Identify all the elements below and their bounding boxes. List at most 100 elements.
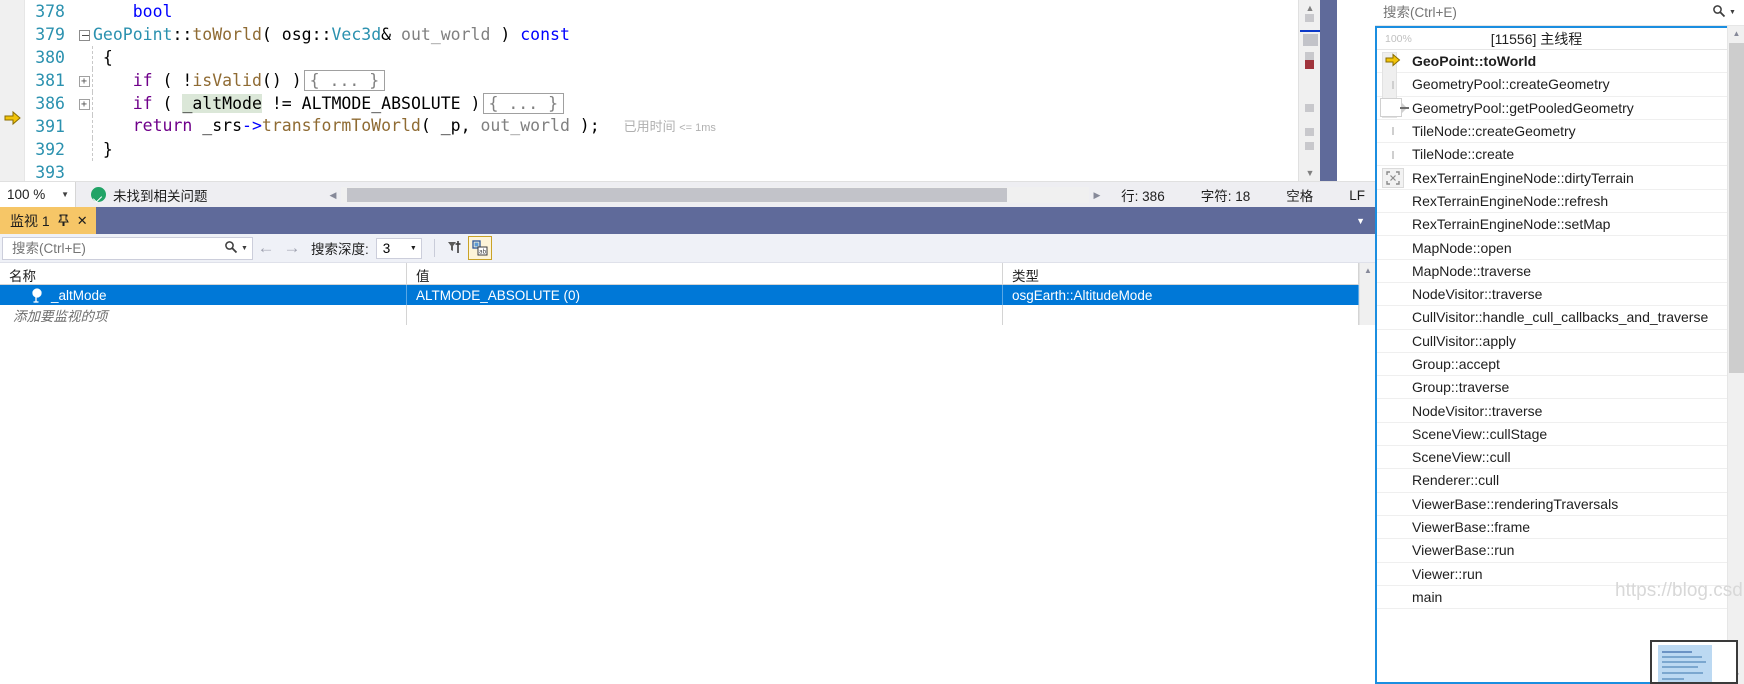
call-stack-frame[interactable]: SceneView::cull — [1377, 446, 1728, 470]
call-stack-frame[interactable]: RexTerrainEngineNode::refresh — [1377, 190, 1728, 214]
close-icon[interactable]: ✕ — [77, 214, 88, 227]
editor-vertical-scrollbar[interactable]: ▲ ▼ — [1298, 0, 1320, 181]
search-options-chevron-icon[interactable]: ▼ — [1727, 9, 1738, 16]
editor-scroll-thumb[interactable] — [1303, 34, 1318, 46]
code-line[interactable]: 381 + if ( !isValid() ){ ... } — [0, 69, 1320, 92]
call-stack-frame[interactable]: TileNode::create — [1377, 143, 1728, 167]
indentation-indicator[interactable]: 空格 — [1286, 185, 1313, 205]
column-header-value[interactable]: 值 — [407, 263, 1003, 284]
call-stack-frame[interactable]: CullVisitor::handle_cull_callbacks_and_t… — [1377, 306, 1728, 330]
code-line[interactable]: 378 bool — [0, 0, 1320, 23]
nav-back-icon[interactable]: ← — [253, 238, 279, 258]
code-line[interactable]: 379 GeoPoint::toWorld( osg::Vec3d& out_wo… — [0, 23, 1320, 46]
call-stack-frame[interactable]: CullVisitor::apply — [1377, 330, 1728, 353]
call-stack-list-container[interactable]: 100% [11556] 主线程 GeoPoint::toWorld Geomet… — [1375, 26, 1744, 684]
watch-grid[interactable]: 名称 值 类型 _altMode ALTMODE_ABSOLUTE (0) osgE… — [0, 263, 1375, 325]
toggle-raw-view-icon[interactable]: ab — [467, 236, 492, 260]
watch-rows[interactable]: _altMode ALTMODE_ABSOLUTE (0) osgEarth::Al… — [0, 285, 1375, 325]
call-stack-frame[interactable]: NodeVisitor::traverse — [1377, 283, 1728, 307]
table-row[interactable]: _altMode ALTMODE_ABSOLUTE (0) osgEarth::Al… — [0, 285, 1375, 305]
call-stack-frame[interactable]: Renderer::cull — [1377, 469, 1728, 493]
call-stack-frame[interactable]: GeometryPool::getPooledGeometry — [1377, 97, 1728, 120]
search-icon[interactable] — [223, 240, 239, 257]
expand-plus-icon[interactable]: + — [78, 99, 90, 110]
watch-grid-scrollbar[interactable]: ▲ — [1359, 263, 1375, 325]
expand-plus-icon[interactable]: + — [78, 76, 90, 87]
call-stack-frame[interactable]: ViewerBase::renderingTraversals — [1377, 493, 1728, 516]
line-ending-indicator[interactable]: LF — [1349, 188, 1365, 203]
call-stack-frame[interactable]: RexTerrainEngineNode::dirtyTerrain — [1377, 166, 1728, 190]
call-stack-frame[interactable]: TileNode::createGeometry — [1377, 120, 1728, 144]
call-stack-frame[interactable]: SceneView::cullStage — [1377, 423, 1728, 447]
code-line[interactable]: 393 — [0, 161, 1320, 181]
call-stack-scroll-thumb[interactable] — [1729, 43, 1744, 373]
watch-search-box[interactable]: ▼ — [2, 236, 253, 260]
editor-horizontal-scrollbar[interactable]: ◀ ▶ — [325, 186, 1105, 204]
call-stack-frame-label: Group::traverse — [1412, 379, 1510, 396]
pin-icon[interactable] — [57, 214, 69, 228]
call-stack-frame[interactable]: GeometryPool::createGeometry — [1377, 73, 1728, 97]
code-editor[interactable]: 378 bool 379 GeoPoint::toWorld( osg::Vec3d… — [0, 0, 1375, 181]
filter-icon[interactable] — [444, 236, 468, 260]
fold-margin[interactable]: + — [76, 69, 92, 92]
call-stack-frame[interactable]: Group::accept — [1377, 353, 1728, 377]
tabstrip-overflow-chevron-icon[interactable]: ▼ — [1356, 207, 1365, 234]
fold-margin[interactable] — [76, 23, 92, 46]
call-stack-frame[interactable]: ViewerBase::frame — [1377, 516, 1728, 540]
call-stack-frame[interactable]: MapNode::open — [1377, 236, 1728, 260]
code-text[interactable]: bool — [93, 0, 173, 23]
outline-box-icon[interactable] — [1382, 167, 1404, 188]
call-stack-frame[interactable]: Group::traverse — [1377, 376, 1728, 400]
call-stack-frame[interactable]: GeoPoint::toWorld — [1377, 50, 1728, 74]
call-stack-scroll-up-arrow[interactable]: ▲ — [1728, 26, 1744, 42]
hscroll-thumb[interactable] — [347, 188, 1007, 202]
thumbnail-popup[interactable] — [1650, 640, 1738, 684]
collapsed-block[interactable]: { ... } — [303, 70, 386, 91]
code-line[interactable]: 391 return _srs->transformToWorld( _p, o… — [0, 115, 1320, 138]
code-line[interactable]: 380 { — [0, 46, 1320, 69]
call-stack-frame[interactable]: main — [1377, 586, 1728, 610]
tab-watch-1[interactable]: 监视 1 ✕ — [0, 207, 96, 234]
call-stack-frame[interactable]: MapNode::traverse — [1377, 260, 1728, 283]
hscroll-track[interactable] — [341, 187, 1089, 203]
call-stack-search-box[interactable]: ▼ — [1375, 0, 1744, 26]
editor-scroll-down-arrow[interactable]: ▼ — [1299, 165, 1321, 181]
code-text[interactable]: } — [93, 138, 113, 161]
watch-search-input[interactable] — [10, 239, 223, 257]
code-line[interactable]: 386 + if ( _altMode != ALTMODE_ABSOLUTE )… — [0, 92, 1320, 115]
call-stack-frame[interactable]: ViewerBase::run — [1377, 539, 1728, 563]
code-line[interactable]: 392 } — [0, 138, 1320, 161]
search-options-chevron-icon[interactable]: ▼ — [239, 245, 250, 252]
zoom-level-dropdown[interactable]: 100 % ▼ — [0, 181, 76, 208]
search-depth-dropdown[interactable]: 3 ▼ — [375, 237, 422, 259]
code-text[interactable]: GeoPoint::toWorld( osg::Vec3d& out_world… — [93, 23, 570, 46]
magnifier-icon[interactable] — [31, 287, 46, 303]
watch-value-cell[interactable]: ALTMODE_ABSOLUTE (0) — [407, 285, 1003, 305]
call-stack-search-input[interactable] — [1381, 4, 1711, 21]
call-stack-frame[interactable]: RexTerrainEngineNode::setMap — [1377, 213, 1728, 237]
column-header-type[interactable]: 类型 — [1003, 263, 1359, 284]
code-lines[interactable]: 378 bool 379 GeoPoint::toWorld( osg::Vec3d… — [0, 0, 1320, 181]
fold-margin[interactable]: + — [76, 92, 92, 115]
watch-add-item-cell[interactable]: 添加要监视的项 — [0, 305, 407, 325]
nav-forward-icon[interactable]: → — [279, 238, 305, 258]
call-stack-frames[interactable]: GeoPoint::toWorld GeometryPool::createGeo… — [1377, 50, 1728, 610]
search-icon[interactable] — [1711, 4, 1727, 21]
call-stack-scrollbar[interactable]: ▲ ▼ — [1727, 26, 1744, 684]
watch-name-cell[interactable]: _altMode — [0, 285, 407, 305]
code-text[interactable]: { — [93, 46, 113, 69]
code-text[interactable]: return _srs->transformToWorld( _p, out_w… — [93, 114, 716, 140]
hscroll-left-arrow[interactable]: ◀ — [325, 190, 341, 201]
watch-add-value-cell[interactable] — [407, 305, 1003, 325]
hscroll-right-arrow[interactable]: ▶ — [1089, 190, 1105, 201]
column-header-name[interactable]: 名称 — [0, 263, 407, 284]
code-text[interactable]: if ( !isValid() ){ ... } — [93, 69, 386, 92]
call-stack-frame[interactable]: NodeVisitor::traverse — [1377, 399, 1728, 423]
watch-add-item-row[interactable]: 添加要监视的项 — [0, 305, 1375, 325]
watch-scroll-up-arrow[interactable]: ▲ — [1360, 263, 1376, 279]
call-stack-frame[interactable]: Viewer::run — [1377, 563, 1728, 586]
code-token: ( _p, — [420, 115, 481, 135]
collapsed-block[interactable]: { ... } — [482, 93, 565, 114]
code-text[interactable]: if ( _altMode != ALTMODE_ABSOLUTE ){ ...… — [93, 92, 565, 115]
collapse-minus-icon[interactable] — [78, 30, 90, 41]
